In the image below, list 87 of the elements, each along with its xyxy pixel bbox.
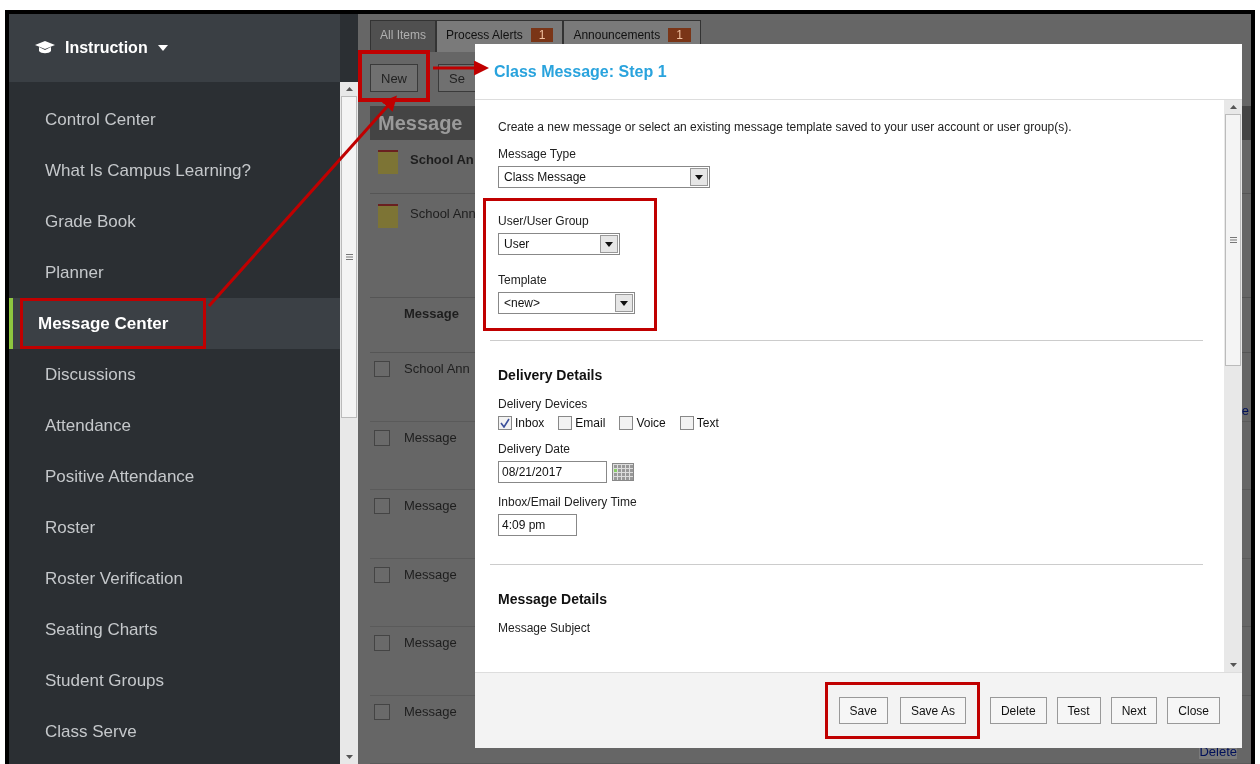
- sidebar-label: Control Center: [44, 108, 157, 131]
- sidebar-label: Roster Verification: [44, 567, 184, 590]
- checkbox-label: Inbox: [515, 416, 545, 430]
- grip-icon: [345, 254, 353, 260]
- intro-text: Create a new message or select an existing message template saved to your user account or user group(s).: [498, 120, 1073, 134]
- sidebar-scrollbar[interactable]: [340, 14, 358, 764]
- sidebar-label: Roster: [44, 516, 97, 539]
- field-label: Delivery Date: [498, 442, 572, 456]
- message-type-select[interactable]: Class Message: [498, 166, 710, 188]
- dropdown-arrow-icon: [620, 300, 628, 306]
- dropdown-arrow-icon: [605, 241, 613, 247]
- sidebar-label: Grade Book: [44, 210, 137, 233]
- checkbox[interactable]: [498, 416, 512, 430]
- sidebar-item[interactable]: Class Serve: [9, 706, 340, 757]
- highlight-frame: [358, 50, 430, 102]
- sidebar-label: What Is Campus Learning?: [44, 159, 252, 182]
- time-field[interactable]: 4:09 pm: [498, 514, 577, 536]
- count-badge: 1: [530, 28, 554, 42]
- checkbox[interactable]: [619, 416, 634, 430]
- user-group-select[interactable]: User: [498, 233, 620, 255]
- message-title: Message: [404, 429, 457, 445]
- sidebar-label: Discussions: [44, 363, 137, 386]
- highlighted-label: Message Center: [20, 298, 206, 349]
- message-title: School Ann: [404, 361, 470, 376]
- sidebar-item[interactable]: Roster Verification: [9, 553, 340, 604]
- row-checkbox[interactable]: [374, 498, 390, 514]
- row-checkbox[interactable]: [374, 703, 390, 720]
- message-title: Message: [404, 635, 457, 650]
- calendar-icon[interactable]: [612, 463, 634, 481]
- sidebar-item[interactable]: Message Center: [9, 298, 340, 349]
- graduation-cap-icon: [35, 41, 55, 55]
- field-label: Message Type: [498, 147, 577, 161]
- grip-icon: [1229, 237, 1237, 243]
- sidebar-item[interactable]: Control Center: [9, 94, 340, 145]
- checkbox-label: Email: [575, 416, 606, 430]
- sidebar-item[interactable]: Student Groups: [9, 655, 340, 706]
- dialog-button[interactable]: Save: [838, 697, 888, 724]
- dialog-title: Class Message: Step 1: [494, 62, 667, 81]
- section-heading: Message Details: [498, 591, 608, 607]
- dialog-scrollbar[interactable]: [1224, 100, 1242, 672]
- dropdown-arrow-icon: [695, 174, 703, 180]
- checkbox[interactable]: [558, 416, 573, 430]
- date-field[interactable]: 08/21/2017: [498, 461, 607, 483]
- sidebar-label: Student Groups: [44, 669, 166, 692]
- field-label: Template: [498, 273, 548, 287]
- sidebar-item[interactable]: Positive Attendance: [9, 451, 340, 502]
- checkbox-label: Text: [696, 416, 719, 430]
- sticky-note-icon: [378, 150, 398, 174]
- field-label: User/User Group: [498, 214, 590, 228]
- dialog-button[interactable]: Delete: [989, 697, 1047, 724]
- dialog-button[interactable]: Next: [1110, 697, 1158, 724]
- annotation-arrow: [433, 60, 489, 76]
- message-title: Message: [404, 498, 457, 513]
- row-checkbox[interactable]: [374, 429, 390, 446]
- dialog-button[interactable]: Save As: [899, 697, 966, 724]
- sidebar-item[interactable]: Planner: [9, 247, 340, 298]
- sidebar-label: Attendance: [44, 414, 132, 437]
- sidebar-item[interactable]: Attendance: [9, 400, 340, 451]
- sidebar-label: Class Serve: [44, 720, 138, 743]
- message-title: Message: [404, 566, 457, 582]
- section-heading: Delivery Details: [498, 367, 604, 383]
- caret-icon[interactable]: [157, 45, 168, 51]
- sidebar-item[interactable]: Roster: [9, 502, 340, 553]
- field-label: Delivery Devices: [498, 397, 589, 411]
- sidebar-item[interactable]: Seating Charts: [9, 604, 340, 655]
- sidebar-label: Planner: [44, 261, 105, 284]
- module-title[interactable]: Instruction: [65, 39, 148, 57]
- count-badge: 1: [668, 28, 691, 42]
- checkbox-label: Voice: [636, 416, 666, 430]
- row-checkbox[interactable]: [374, 361, 390, 377]
- template-select[interactable]: <new>: [498, 292, 635, 314]
- column-header: Message: [404, 306, 459, 321]
- checkbox[interactable]: [679, 416, 694, 430]
- dialog-button[interactable]: Test: [1056, 697, 1101, 724]
- sticky-note-icon: [378, 204, 398, 228]
- field-label: Message Subject: [498, 621, 592, 635]
- sidebar-label: Seating Charts: [44, 618, 159, 641]
- sidebar-item[interactable]: Discussions: [9, 349, 340, 400]
- tab[interactable]: All Items: [370, 20, 436, 52]
- message-title: Message: [404, 703, 457, 719]
- sidebar-label: Positive Attendance: [44, 465, 196, 488]
- dialog-button[interactable]: Close: [1167, 697, 1220, 724]
- sidebar-item[interactable]: Grade Book: [9, 196, 340, 247]
- row-checkbox[interactable]: [374, 566, 390, 583]
- row-checkbox[interactable]: [374, 635, 390, 651]
- sidebar-item[interactable]: What Is Campus Learning?: [9, 145, 340, 196]
- field-label: Inbox/Email Delivery Time: [498, 495, 638, 509]
